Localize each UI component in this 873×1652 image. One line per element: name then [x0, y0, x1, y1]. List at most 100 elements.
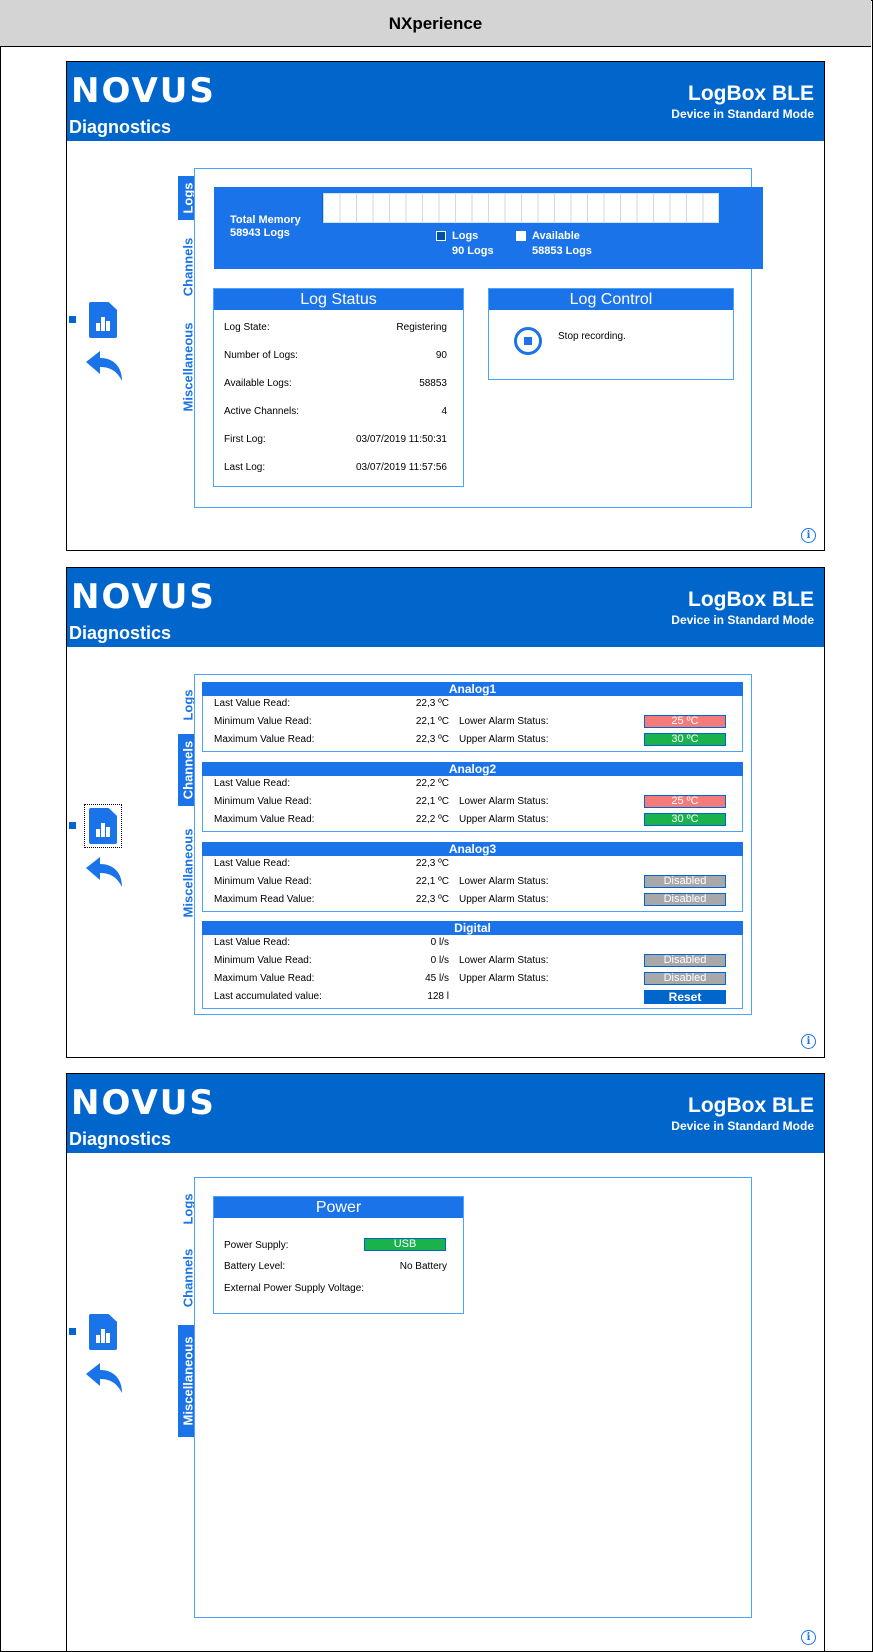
- log-status-row-value: 4: [441, 406, 447, 417]
- memory-gauge-used: [322, 193, 323, 223]
- reset-button[interactable]: Reset: [644, 990, 726, 1004]
- device-name: LogBox BLE: [688, 82, 814, 105]
- alarm-label: Upper Alarm Status:: [459, 814, 549, 825]
- channel-row-label: Minimum Value Read:: [214, 796, 312, 807]
- power-supply-value: USB: [364, 1238, 446, 1251]
- log-control-title: Log Control: [489, 289, 733, 310]
- device-name: LogBox BLE: [688, 1094, 814, 1117]
- channel-row-value: 22,3 ºC: [415, 698, 449, 709]
- novus-logo: NOVUS: [71, 577, 216, 617]
- info-icon[interactable]: i: [801, 1034, 816, 1049]
- channel-row-value: 22,3 ºC: [415, 858, 449, 869]
- diagnostics-chart-icon[interactable]: [89, 302, 117, 338]
- channel-header: Digital: [202, 921, 743, 935]
- diagnostics-chart-icon[interactable]: [89, 808, 117, 844]
- channel-row-value: 22,2 ºC: [415, 778, 449, 789]
- channel-row-value: 22,1 ºC: [415, 796, 449, 807]
- total-memory-label: Total Memory: [230, 214, 301, 226]
- battery-level-label: Battery Level:: [224, 1261, 286, 1272]
- channel-row-label: Last Value Read:: [214, 698, 290, 709]
- channel-row-label: Maximum Value Read:: [214, 734, 315, 745]
- logs-legend-label: Logs: [452, 230, 479, 242]
- channel-row-value: 22,3 ºC: [415, 894, 449, 905]
- app-header: NOVUS Diagnostics LogBox BLE Device in S…: [67, 62, 824, 141]
- memory-bar-area: Total Memory 58943 Logs Logs 90 Logs Ava…: [214, 187, 763, 269]
- log-status-row-value: Registering: [396, 322, 447, 333]
- alarm-status-badge: Disabled: [644, 972, 726, 985]
- log-status-row-value: 03/07/2019 11:57:56: [355, 462, 447, 473]
- log-control-box: Log Control Stop recording.: [488, 288, 734, 380]
- device-mode: Device in Standard Mode: [671, 107, 814, 121]
- log-status-title: Log Status: [214, 289, 463, 310]
- novus-logo: NOVUS: [71, 71, 216, 111]
- alarm-label: Lower Alarm Status:: [459, 716, 549, 727]
- back-arrow-icon[interactable]: [84, 349, 124, 383]
- alarm-label: Upper Alarm Status:: [459, 734, 549, 745]
- channel-header: Analog2: [202, 762, 743, 776]
- channel-row-value: 45 l/s: [425, 973, 449, 984]
- selection-marker: [69, 1328, 76, 1335]
- log-status-row-label: Active Channels:: [224, 406, 300, 417]
- logs-content: Total Memory 58943 Logs Logs 90 Logs Ava…: [194, 168, 763, 508]
- channel-row-label: Minimum Value Read:: [214, 716, 312, 727]
- channel-row-value: 22,3 ºC: [415, 734, 449, 745]
- alarm-status-badge: 25 ºC: [644, 715, 726, 728]
- device-mode: Device in Standard Mode: [671, 1119, 814, 1133]
- device-name: LogBox BLE: [688, 588, 814, 611]
- misc-content: Power Power Supply: USB Battery Level: N…: [194, 1177, 752, 1618]
- channel-row-label: Minimum Value Read:: [214, 876, 312, 887]
- log-status-row-label: Available Logs:: [224, 378, 292, 389]
- log-status-box: Log Status Log State: Registering Number o…: [213, 288, 464, 487]
- channel-row-value: 0 l/s: [430, 955, 449, 966]
- alarm-status-badge: Disabled: [644, 954, 726, 967]
- log-status-row-label: Log State:: [224, 322, 270, 333]
- section-title: Diagnostics: [69, 1129, 172, 1149]
- back-arrow-icon[interactable]: [84, 855, 124, 889]
- diagnostics-chart-icon[interactable]: [89, 1314, 117, 1350]
- log-status-row-value: 90: [435, 350, 447, 361]
- novus-logo: NOVUS: [71, 1083, 216, 1123]
- alarm-label: Lower Alarm Status:: [459, 955, 549, 966]
- info-icon[interactable]: i: [801, 528, 816, 543]
- log-status-row-value: 58853: [419, 378, 447, 389]
- app-header: NOVUS Diagnostics LogBox BLE Device in S…: [67, 568, 824, 647]
- alarm-status-badge: Disabled: [644, 893, 726, 906]
- info-icon[interactable]: i: [801, 1630, 816, 1645]
- selection-marker: [69, 316, 76, 323]
- channel-row-label: Last Value Read:: [214, 858, 290, 869]
- back-arrow-icon[interactable]: [84, 1361, 124, 1395]
- screen-miscellaneous: NOVUS Diagnostics LogBox BLE Device in S…: [66, 1073, 825, 1652]
- power-box: Power Power Supply: USB Battery Level: N…: [213, 1196, 464, 1314]
- alarm-status-badge: 30 ºC: [644, 813, 726, 826]
- log-status-row-value: 03/07/2019 11:50:31: [355, 434, 447, 445]
- available-legend-label: Available: [532, 230, 580, 242]
- alarm-status-badge: Disabled: [644, 875, 726, 888]
- channel-row-label: Maximum Value Read:: [214, 973, 315, 984]
- alarm-status-badge: 25 ºC: [644, 795, 726, 808]
- logs-legend-value: 90 Logs: [452, 245, 494, 257]
- power-title: Power: [214, 1197, 463, 1218]
- battery-level-value: No Battery: [399, 1261, 447, 1272]
- alarm-status-badge: 30 ºC: [644, 733, 726, 746]
- channel-row-value: 0 l/s: [430, 937, 449, 948]
- section-title: Diagnostics: [69, 623, 172, 643]
- stop-recording-label[interactable]: Stop recording.: [558, 331, 626, 342]
- log-status-row-label: Last Log:: [224, 462, 266, 473]
- total-memory-value: 58943 Logs: [230, 227, 290, 239]
- channel-row-label: Last accumulated value:: [214, 991, 322, 1002]
- log-status-row-label: First Log:: [224, 434, 266, 445]
- screen-channels: NOVUS Diagnostics LogBox BLE Device in S…: [66, 567, 825, 1058]
- channel-row-label: Last Value Read:: [214, 778, 290, 789]
- screen-logs: NOVUS Diagnostics LogBox BLE Device in S…: [66, 61, 825, 551]
- section-title: Diagnostics: [69, 117, 172, 137]
- stop-recording-button[interactable]: [514, 327, 542, 355]
- channel-row-label: Maximum Value Read:: [214, 814, 315, 825]
- channel-header: Analog1: [202, 682, 743, 696]
- channels-content: Analog1 Last Value Read: 22,3 ºC Minimum Va…: [194, 674, 752, 1015]
- channel-row-value: 22,1 ºC: [415, 716, 449, 727]
- log-status-row-label: Number of Logs:: [224, 350, 298, 361]
- alarm-label: Upper Alarm Status:: [459, 973, 549, 984]
- channel-row-value: 22,2 ºC: [415, 814, 449, 825]
- available-legend-value: 58853 Logs: [532, 245, 592, 257]
- channel-header: Analog3: [202, 842, 743, 856]
